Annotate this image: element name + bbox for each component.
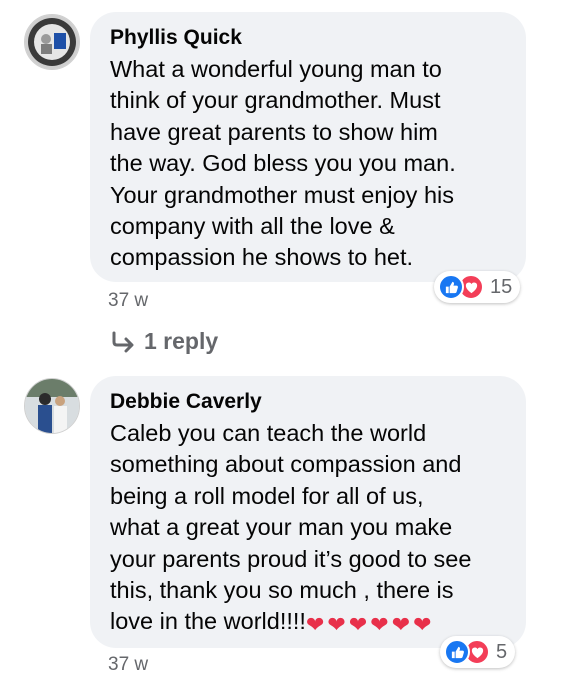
heart-emoji: ❤ [370,612,389,638]
comment-text: What a wonderful young man to think of y… [110,56,456,271]
comment-timestamp[interactable]: 37 w [108,290,148,312]
like-icon [444,639,470,665]
reply-arrow-icon [112,331,134,352]
comment-text: Caleb you can teach the world something … [110,418,506,641]
reaction-summary[interactable]: 5 [440,636,516,668]
reply-count-label: 1 reply [144,328,219,354]
heart-emoji: ❤ [391,612,411,638]
comment-bubble: Phyllis Quick What a wonderful young man… [90,12,526,282]
heart-emoji: ❤ [327,612,346,638]
heart-emoji: ❤ [348,612,368,638]
like-icon [438,274,464,300]
comment-timestamp[interactable]: 37 w [108,654,148,676]
reaction-summary[interactable]: 15 [434,271,521,303]
avatar[interactable] [24,378,80,434]
reaction-count: 5 [496,640,508,663]
view-replies-link[interactable]: 1 reply [110,328,218,355]
heart-emoji: ❤ [413,612,432,638]
reaction-count: 15 [490,275,513,298]
avatar[interactable] [24,14,80,70]
comment-author[interactable]: Phyllis Quick [110,24,506,52]
comment-author[interactable]: Debbie Caverly [110,388,506,416]
comment-bubble: Debbie Caverly Caleb you can teach the w… [90,376,526,648]
heart-emoji-group: ❤ ❤ ❤ ❤ ❤ ❤ [306,609,435,640]
heart-emoji: ❤ [305,612,325,638]
